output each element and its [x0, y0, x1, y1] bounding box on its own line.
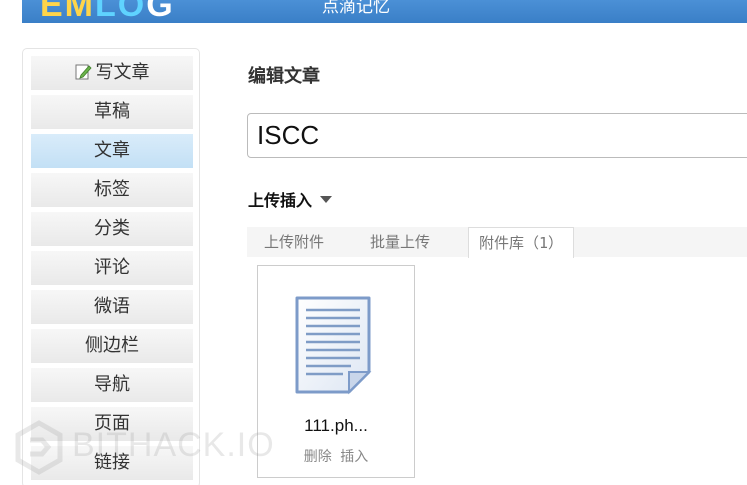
sidebar-item-write-article[interactable]: 写文章	[31, 56, 193, 90]
top-header: EMLOG 点滴记忆	[22, 0, 747, 23]
upload-insert-label: 上传插入	[248, 191, 313, 210]
sidebar-item-widgets[interactable]: 侧边栏	[31, 329, 193, 363]
watermark: BITHACK.IO	[14, 420, 274, 475]
sidebar-item-articles[interactable]: 文章	[31, 134, 193, 168]
attachment-card: 111.ph... 删除 插入	[257, 265, 415, 478]
tab-upload-attachment[interactable]: 上传附件	[254, 227, 334, 257]
watermark-logo-icon	[15, 420, 63, 475]
caret-down-icon	[320, 196, 333, 203]
sidebar-item-tags[interactable]: 标签	[31, 173, 193, 207]
sidebar-item-drafts[interactable]: 草稿	[31, 95, 193, 129]
sidebar-item-label: 写文章	[95, 62, 150, 83]
tab-attachment-library[interactable]: 附件库（1）	[468, 227, 575, 258]
delete-attachment-link[interactable]: 删除	[304, 449, 332, 465]
upload-tabs: 上传附件 批量上传 附件库（1）	[247, 227, 747, 258]
logo-part-3: G	[146, 0, 175, 23]
article-title-input[interactable]: ISCC	[247, 113, 747, 158]
sidebar-item-navigation[interactable]: 导航	[31, 368, 193, 402]
site-name[interactable]: 点滴记忆	[322, 0, 390, 17]
emlog-logo[interactable]: EMLOG	[40, 0, 175, 23]
pencil-icon	[75, 64, 92, 80]
sidebar-item-categories[interactable]: 分类	[31, 212, 193, 246]
tab-batch-upload[interactable]: 批量上传	[360, 227, 440, 257]
attachment-actions: 删除 插入	[258, 446, 414, 466]
page-title: 编辑文章	[248, 66, 320, 87]
watermark-text: BITHACK.IO	[72, 426, 275, 464]
sidebar-item-twitter[interactable]: 微语	[31, 290, 193, 324]
document-icon[interactable]	[291, 294, 381, 404]
insert-attachment-link[interactable]: 插入	[340, 449, 368, 465]
logo-part-1: EM	[40, 0, 95, 23]
logo-part-2: LO	[95, 0, 147, 23]
upload-insert-toggle[interactable]: 上传插入	[248, 187, 333, 211]
sidebar-item-comments[interactable]: 评论	[31, 251, 193, 285]
attachment-filename: 111.ph...	[304, 416, 368, 435]
